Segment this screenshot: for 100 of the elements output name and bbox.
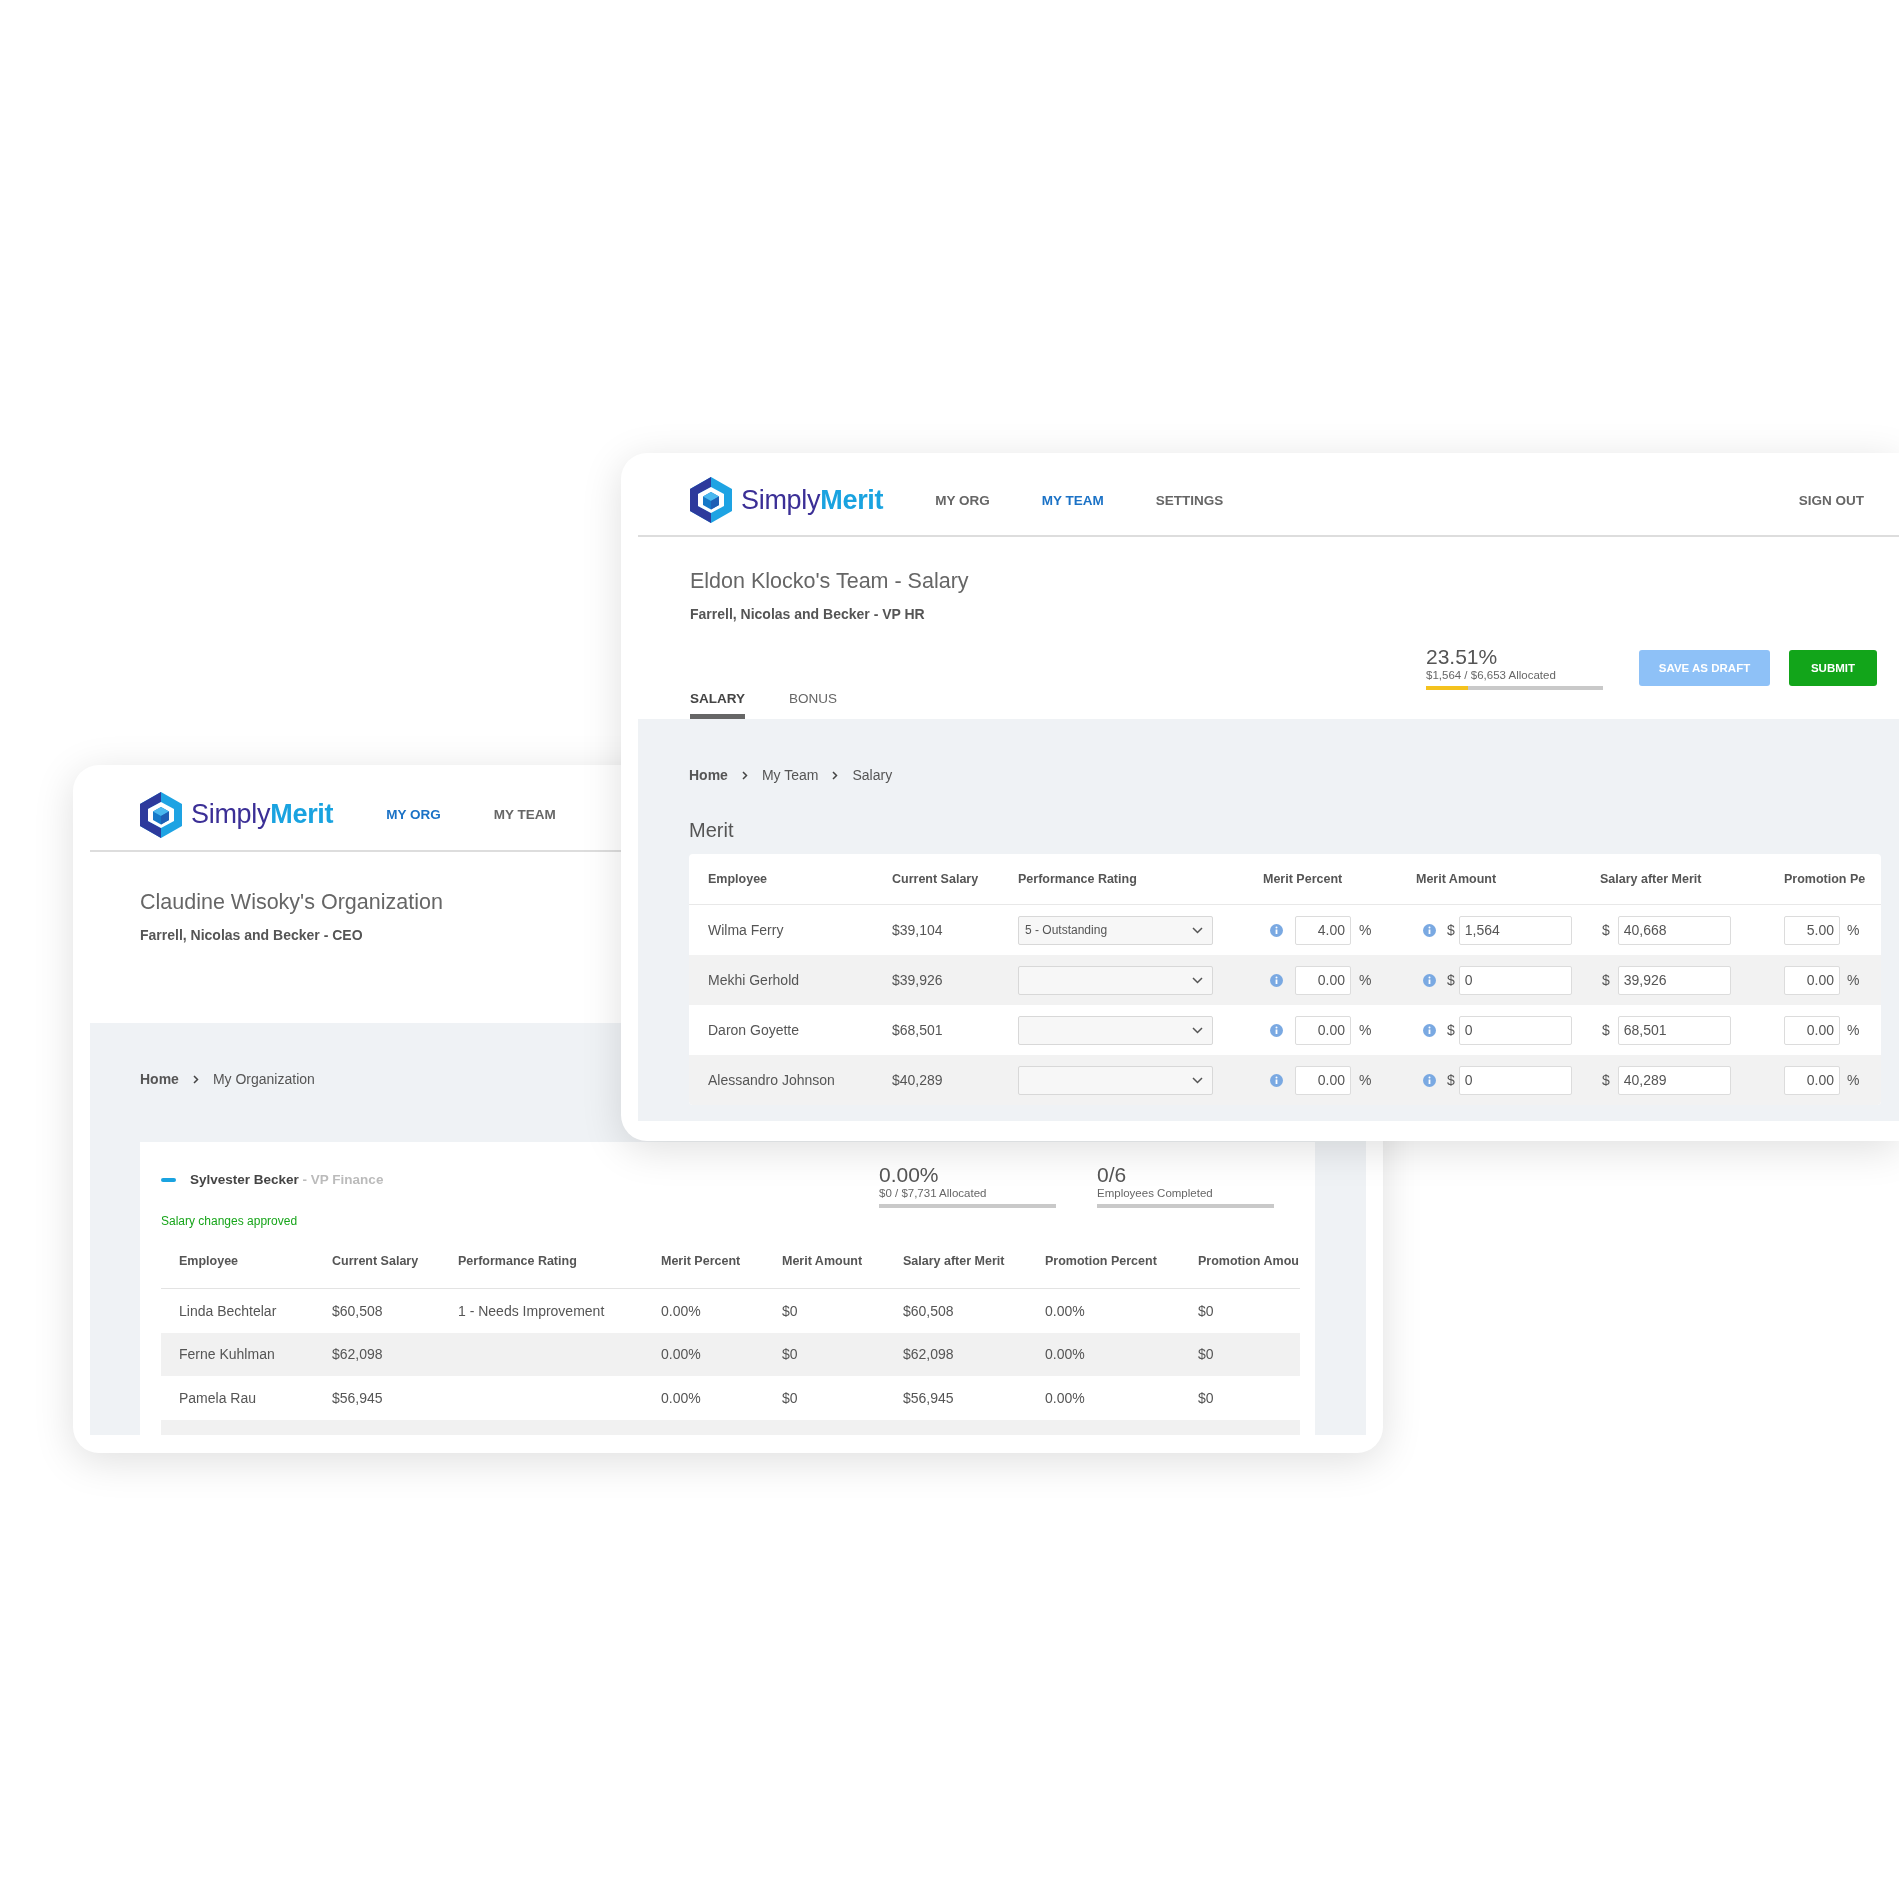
table-cell: 0.00% xyxy=(1045,1332,1198,1376)
column-header: Performance Rating xyxy=(1018,872,1137,886)
rating-dropdown[interactable]: 5 - Outstanding xyxy=(1018,915,1213,945)
merit-amount-field[interactable]: 0 xyxy=(1458,965,1572,995)
info-icon[interactable] xyxy=(1270,1073,1283,1087)
unit-label: $ xyxy=(1447,1072,1455,1088)
unit-label: $ xyxy=(1602,1072,1610,1088)
logo-text: SimplyMerit xyxy=(191,799,334,830)
page-subtitle: Farrell, Nicolas and Becker - CEO xyxy=(140,927,363,943)
column-header: Current Salary xyxy=(892,872,979,886)
table-cell: $39,104 xyxy=(892,922,943,938)
stat-value: 0/6 xyxy=(1097,1164,1128,1186)
column-header: Current Salary xyxy=(332,1234,458,1289)
employee-name: Alessandro Johnson xyxy=(708,1072,835,1088)
chevron-icon xyxy=(1192,976,1203,984)
table-cell: Ferne Kuhlman xyxy=(161,1332,332,1376)
unit-label: % xyxy=(1359,972,1372,988)
breadcrumb-link[interactable]: Salary xyxy=(852,767,893,783)
table-cell-text: 0.00% xyxy=(1045,1301,1086,1321)
breadcrumb-link[interactable]: My Team xyxy=(761,767,819,783)
employee-name: Daron Goyette xyxy=(708,1022,800,1038)
unit-label: $ xyxy=(1602,922,1610,938)
stat-caption: $0 / $7,731 Allocated xyxy=(879,1186,987,1200)
column-header: Salary after Merit xyxy=(1600,872,1702,886)
merit-percent-field[interactable]: 0.00 xyxy=(1295,1015,1351,1045)
salary-field[interactable]: 40,289 xyxy=(1617,1065,1731,1095)
rating-dropdown[interactable] xyxy=(1018,965,1213,995)
merit-percent-field[interactable]: 4.00 xyxy=(1295,915,1351,945)
merit-percent-field[interactable]: 0.00 xyxy=(1295,1065,1351,1095)
nav-link[interactable]: MY TEAM xyxy=(1041,492,1104,508)
salary-field[interactable]: 40,668 xyxy=(1617,915,1731,945)
info-icon[interactable] xyxy=(1423,973,1436,987)
table-cell-text: 0.00% xyxy=(1045,1388,1086,1408)
table-cell-text: 0.00% xyxy=(661,1301,702,1321)
status-text: Salary changes approved xyxy=(161,1214,299,1228)
table-cell-text: $56,945 xyxy=(903,1388,955,1408)
nav-link[interactable]: MY TEAM xyxy=(493,807,556,822)
page-title: Claudine Wisoky's Organization xyxy=(140,890,443,915)
unit-label: $ xyxy=(1447,1022,1455,1038)
chevron-right-icon xyxy=(741,770,748,780)
collapse-icon[interactable] xyxy=(161,1177,176,1182)
unit-label: % xyxy=(1847,972,1860,988)
unit-label: $ xyxy=(1602,972,1610,988)
unit-label: % xyxy=(1847,922,1860,938)
promotion-percent-field[interactable]: 5.00 xyxy=(1784,915,1840,945)
table-cell-text: $60,508 xyxy=(903,1301,955,1321)
logo-icon xyxy=(690,477,732,523)
breadcrumb-link[interactable]: My Organization xyxy=(212,1071,315,1087)
unit-label: % xyxy=(1359,1022,1372,1038)
merit-percent-field[interactable]: 0.00 xyxy=(1295,965,1351,995)
info-icon[interactable] xyxy=(1270,973,1283,987)
table-cell-text: Linda Bechtelar xyxy=(178,1301,278,1321)
chevron-right-icon xyxy=(192,1074,199,1084)
table-cell-text: $60,508 xyxy=(332,1301,384,1321)
tab[interactable]: BONUS xyxy=(789,691,838,719)
chevron-icon xyxy=(1192,1076,1203,1084)
column-header: Merit Amount xyxy=(1416,872,1497,886)
column-header: Employee xyxy=(708,872,768,886)
logo-text: SimplyMerit xyxy=(741,484,884,516)
nav-link[interactable]: MY ORG xyxy=(386,807,441,822)
table-cell-text: $0 xyxy=(1198,1301,1215,1321)
merit-amount-field[interactable]: 1,564 xyxy=(1458,915,1572,945)
logo[interactable]: SimplyMerit xyxy=(690,477,884,523)
info-icon[interactable] xyxy=(1423,1073,1436,1087)
unit-label: $ xyxy=(1602,1022,1610,1038)
salary-field[interactable]: 68,501 xyxy=(1617,1015,1731,1045)
table-cell: $0 xyxy=(782,1332,903,1376)
promotion-percent-field[interactable]: 0.00 xyxy=(1784,1065,1840,1095)
table-cell: $62,098 xyxy=(903,1332,1045,1376)
rating-dropdown[interactable] xyxy=(1018,1015,1213,1045)
rating-dropdown[interactable] xyxy=(1018,1065,1213,1095)
salary-field[interactable]: 39,926 xyxy=(1617,965,1731,995)
sign-out-link[interactable]: SIGN OUT xyxy=(1798,492,1864,508)
logo-icon xyxy=(140,791,182,838)
merit-amount-field[interactable]: 0 xyxy=(1458,1015,1572,1045)
unit-label: $ xyxy=(1447,972,1455,988)
unit-label: % xyxy=(1359,1072,1372,1088)
promotion-percent-field[interactable]: 0.00 xyxy=(1784,1015,1840,1045)
breadcrumb-link[interactable]: Home xyxy=(140,1071,179,1087)
info-icon[interactable] xyxy=(1270,1023,1283,1037)
info-icon[interactable] xyxy=(1423,923,1436,937)
nav-link[interactable]: SETTINGS xyxy=(1155,492,1224,508)
merit-amount-field[interactable]: 0 xyxy=(1458,1065,1572,1095)
promotion-percent-field[interactable]: 0.00 xyxy=(1784,965,1840,995)
info-icon[interactable] xyxy=(1270,923,1283,937)
employee-name: Wilma Ferry xyxy=(708,922,784,938)
table-cell-text: $0 xyxy=(782,1301,799,1321)
chevron-icon xyxy=(1192,1026,1203,1034)
stat-caption: Employees Completed xyxy=(1097,1186,1213,1200)
info-icon[interactable] xyxy=(1423,1023,1436,1037)
table-cell: $68,501 xyxy=(892,1022,943,1038)
chevron-icon xyxy=(1192,926,1203,934)
nav-link[interactable]: MY ORG xyxy=(935,492,990,508)
breadcrumb-link[interactable]: Home xyxy=(689,767,728,783)
unit-label: % xyxy=(1847,1072,1860,1088)
table-cell-text: $56,945 xyxy=(332,1388,384,1408)
table-cell: $39,926 xyxy=(892,972,943,988)
table-cell: $40,289 xyxy=(892,1072,943,1088)
employee-name: Mekhi Gerhold xyxy=(708,972,800,988)
logo[interactable]: SimplyMerit xyxy=(140,791,334,838)
